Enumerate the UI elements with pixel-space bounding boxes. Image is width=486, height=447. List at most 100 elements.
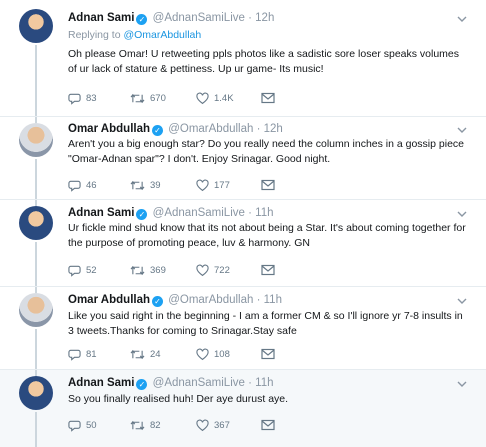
like-count: 367 [214, 419, 230, 431]
retweet-button[interactable]: 670 [130, 90, 166, 106]
dm-button[interactable] [261, 90, 275, 106]
author-name[interactable]: Adnan Sami [68, 12, 134, 24]
avatar[interactable] [19, 293, 53, 327]
tweet[interactable]: Omar Abdullah ✓ @OmarAbdullah · 11h Like … [0, 287, 486, 370]
tweet-text: Aren't you a big enough star? Do you rea… [68, 138, 465, 165]
reply-button[interactable]: 52 [68, 262, 97, 278]
retweet-button[interactable]: 369 [130, 262, 166, 278]
reply-button[interactable]: 81 [68, 346, 97, 362]
retweet-icon [130, 420, 145, 430]
envelope-icon [261, 92, 275, 104]
tweet-focused[interactable]: Adnan Sami ✓ @AdnanSamiLive · 11h So you … [0, 370, 486, 447]
replying-to: Replying to @OmarAbdullah [68, 29, 201, 41]
tweet-time[interactable]: 12h [255, 12, 274, 24]
tweet[interactable]: Adnan Sami ✓ @AdnanSamiLive · 11h Ur fick… [0, 200, 486, 287]
envelope-icon [261, 419, 275, 431]
author-name[interactable]: Omar Abdullah [68, 123, 150, 135]
tweet-time[interactable]: 11h [264, 294, 282, 306]
reply-count: 81 [86, 348, 97, 360]
tweet-text: Oh please Omar! U retweeting ppls photos… [68, 48, 460, 75]
retweet-count: 39 [150, 179, 161, 191]
avatar[interactable] [19, 123, 53, 157]
tweet-time[interactable]: 12h [264, 123, 283, 135]
author-name[interactable]: Adnan Sami [68, 207, 134, 219]
chevron-down-icon[interactable] [456, 295, 468, 307]
tweet-time[interactable]: 11h [255, 377, 273, 389]
author-handle[interactable]: @AdnanSamiLive [153, 12, 245, 24]
avatar[interactable] [19, 9, 53, 43]
heart-icon [196, 179, 209, 191]
retweet-icon [130, 180, 145, 190]
envelope-icon [261, 348, 275, 360]
retweet-icon [130, 265, 145, 275]
dm-button[interactable] [261, 177, 275, 193]
verified-badge-icon: ✓ [136, 379, 148, 390]
reply-button[interactable]: 46 [68, 177, 97, 193]
like-button[interactable]: 177 [196, 177, 230, 193]
separator-dot: · [248, 12, 252, 24]
reply-count: 83 [86, 92, 97, 104]
reply-count: 52 [86, 264, 97, 276]
author-handle[interactable]: @OmarAbdullah [168, 294, 253, 306]
replying-mention-link[interactable]: @OmarAbdullah [123, 29, 201, 41]
thread-connector [35, 159, 37, 200]
tweet-header: Adnan Sami ✓ @AdnanSamiLive · 11h [68, 207, 274, 220]
separator-dot: · [248, 207, 252, 219]
retweet-count: 369 [150, 264, 166, 276]
retweet-icon [130, 349, 145, 359]
chevron-down-icon[interactable] [456, 124, 468, 136]
dm-button[interactable] [261, 417, 275, 433]
like-count: 722 [214, 264, 230, 276]
reply-count: 50 [86, 419, 97, 431]
author-handle[interactable]: @AdnanSamiLive [153, 377, 245, 389]
chevron-down-icon[interactable] [456, 208, 468, 220]
like-button[interactable]: 1.4K [196, 90, 234, 106]
reply-icon [68, 420, 81, 432]
avatar[interactable] [19, 206, 53, 240]
retweet-count: 82 [150, 419, 161, 431]
separator-dot: · [248, 377, 252, 389]
tweet-header: Omar Abdullah ✓ @OmarAbdullah · 12h [68, 123, 283, 136]
verified-badge-icon: ✓ [152, 125, 163, 136]
chevron-down-icon[interactable] [456, 378, 468, 390]
chevron-down-icon[interactable] [456, 13, 468, 25]
verified-badge-icon: ✓ [152, 296, 163, 307]
heart-icon [196, 264, 209, 276]
avatar[interactable] [19, 376, 53, 410]
tweet-header: Omar Abdullah ✓ @OmarAbdullah · 11h [68, 294, 282, 307]
thread-connector [35, 242, 37, 287]
reply-count: 46 [86, 179, 97, 191]
reply-button[interactable]: 83 [68, 90, 97, 106]
heart-icon [196, 92, 209, 104]
reply-icon [68, 93, 81, 105]
author-handle[interactable]: @AdnanSamiLive [153, 207, 245, 219]
replying-prefix: Replying to [68, 29, 121, 41]
separator-dot: · [256, 123, 261, 135]
tweet-thread: Adnan Sami ✓ @AdnanSamiLive · 12h Replyin… [0, 0, 486, 447]
author-name[interactable]: Adnan Sami [68, 377, 134, 389]
retweet-count: 24 [150, 348, 161, 360]
verified-badge-icon: ✓ [136, 209, 148, 220]
tweet-header: Adnan Sami ✓ @AdnanSamiLive · 11h [68, 377, 274, 390]
tweet[interactable]: Omar Abdullah ✓ @OmarAbdullah · 12h Aren'… [0, 117, 486, 200]
like-button[interactable]: 108 [196, 346, 230, 362]
like-button[interactable]: 722 [196, 262, 230, 278]
author-handle[interactable]: @OmarAbdullah [168, 123, 253, 135]
retweet-button[interactable]: 39 [130, 177, 161, 193]
reply-button[interactable]: 50 [68, 417, 97, 433]
dm-button[interactable] [261, 346, 275, 362]
tweet-text: So you finally realised huh! Der aye dur… [68, 393, 289, 405]
heart-icon [196, 419, 209, 431]
tweet-time[interactable]: 11h [255, 207, 273, 219]
author-name[interactable]: Omar Abdullah [68, 294, 150, 306]
tweet[interactable]: Adnan Sami ✓ @AdnanSamiLive · 12h Replyin… [0, 0, 486, 117]
separator-dot: · [256, 294, 261, 306]
like-count: 177 [214, 179, 230, 191]
retweet-button[interactable]: 82 [130, 417, 161, 433]
retweet-icon [130, 93, 145, 103]
like-button[interactable]: 367 [196, 417, 230, 433]
dm-button[interactable] [261, 262, 275, 278]
retweet-button[interactable]: 24 [130, 346, 161, 362]
like-count: 108 [214, 348, 230, 360]
thread-connector [35, 329, 37, 370]
